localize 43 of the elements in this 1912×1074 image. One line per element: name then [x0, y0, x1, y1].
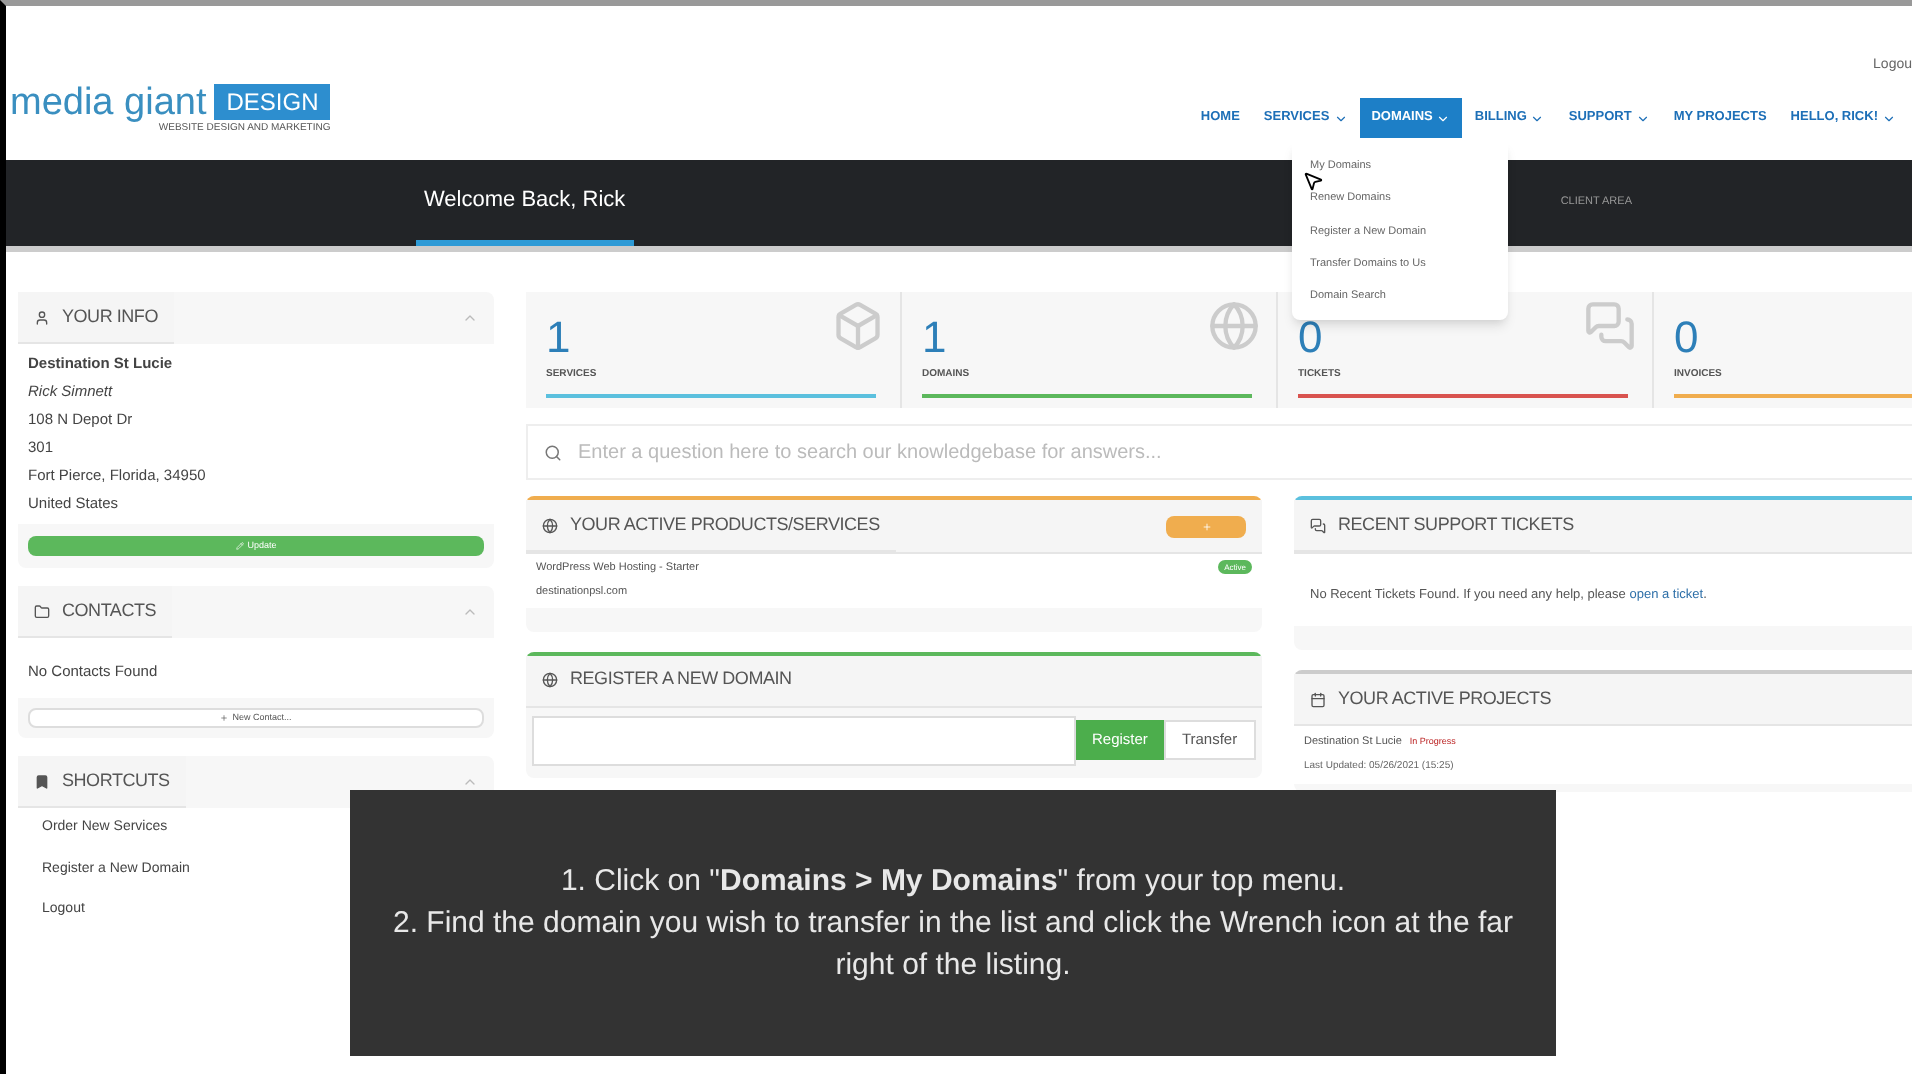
search-field[interactable]: Enter a question here to search our knowledgebase for answers... [578, 437, 1908, 467]
panel-title: CONTACTS [62, 597, 157, 624]
stat-value: 0 [1298, 316, 1323, 360]
mouse-cursor-icon [1302, 170, 1324, 192]
caret-icon [1333, 111, 1348, 125]
collapse-icon[interactable] [462, 310, 478, 326]
folder-icon [34, 603, 50, 619]
caption-text: 1. Click on "Domains > My Domains" from your top menu. [560, 862, 1346, 902]
user-icon [34, 309, 50, 325]
plus-icon [1201, 521, 1211, 531]
chat-icon [1584, 300, 1636, 352]
chat-icon [1310, 517, 1326, 533]
logo-text: media giant [10, 83, 207, 121]
calendar-icon [1310, 691, 1326, 707]
search-bar[interactable]: Enter a question here to search our knowledgebase for answers... [526, 424, 1912, 480]
panel-title: RECENT SUPPORT TICKETS [1338, 511, 1574, 538]
welcome-title: Welcome Back, Rick [424, 185, 626, 216]
stat-value: 1 [546, 316, 571, 360]
caret-icon [1882, 111, 1896, 125]
plus-icon [220, 714, 229, 722]
add-button[interactable] [1166, 515, 1246, 537]
box-icon [832, 300, 884, 352]
caret-icon [1436, 111, 1451, 125]
panel-title: YOUR ACTIVE PROJECTS [1338, 685, 1552, 712]
stat-value: 1 [922, 316, 947, 360]
globe-icon [542, 672, 558, 688]
domain-field[interactable] [532, 715, 1076, 765]
panel-title: SHORTCUTS [62, 767, 170, 794]
stat-value: 0 [1674, 316, 1699, 360]
bookmark-icon [34, 773, 50, 789]
panel-title: YOUR INFO [62, 303, 158, 330]
caret-icon [1635, 111, 1650, 125]
panel-title: YOUR ACTIVE PRODUCTS/SERVICES [570, 511, 880, 538]
search-icon [544, 443, 562, 461]
pencil-icon [235, 542, 244, 550]
collapse-icon[interactable] [462, 774, 478, 790]
caption-text: 2. Find the domain you wish to transfer in the list and click the Wrench icon at the far right of the listing. [390, 904, 1515, 986]
globe-icon [1208, 300, 1260, 352]
panel-title: REGISTER A NEW DOMAIN [570, 666, 792, 693]
logo-badge: DESIGN [214, 84, 331, 120]
caret-icon [1530, 111, 1545, 125]
collapse-icon[interactable] [462, 604, 478, 620]
globe-icon [542, 517, 558, 533]
